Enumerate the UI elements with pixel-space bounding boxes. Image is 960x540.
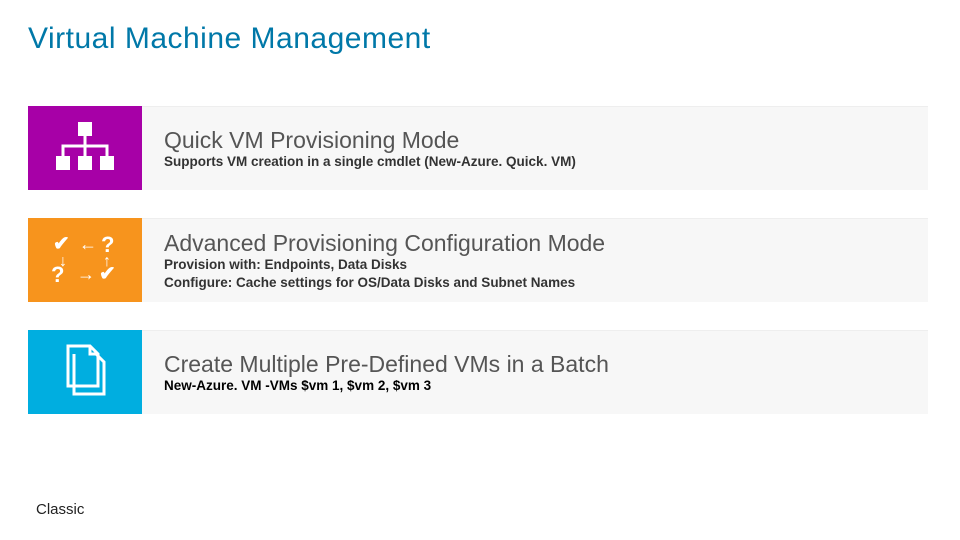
feature-heading: Quick VM Provisioning Mode: [164, 128, 906, 153]
svg-text:✔: ✔: [53, 233, 70, 255]
feature-item: ✔ ← ? ↓ ↑ ? → ✔ Advanced Provisioning Co…: [28, 218, 928, 302]
feature-description: Provision with: Endpoints, Data Disks Co…: [164, 256, 906, 292]
svg-text:?: ?: [51, 262, 64, 286]
feature-item: Quick VM Provisioning Mode Supports VM c…: [28, 106, 928, 190]
feature-body: Advanced Provisioning Configuration Mode…: [142, 218, 928, 302]
feature-icon-tile: [28, 106, 142, 190]
feature-heading: Advanced Provisioning Configuration Mode: [164, 231, 906, 256]
feature-code: New-Azure. VM -VMs $vm 1, $vm 2, $vm 3: [164, 377, 906, 395]
hierarchy-icon: [52, 120, 118, 177]
checks-arrows-icon: ✔ ← ? ↓ ↑ ? → ✔: [45, 230, 125, 291]
svg-text:→: →: [77, 264, 95, 284]
svg-text:←: ←: [79, 234, 97, 254]
feature-description: Supports VM creation in a single cmdlet …: [164, 153, 906, 171]
feature-icon-tile: [28, 330, 142, 414]
page-title: Virtual Machine Management: [28, 22, 932, 56]
feature-icon-tile: ✔ ← ? ↓ ↑ ? → ✔: [28, 218, 142, 302]
footer-label: Classic: [36, 501, 84, 518]
documents-icon: [60, 342, 110, 403]
feature-item: Create Multiple Pre-Defined VMs in a Bat…: [28, 330, 928, 414]
feature-heading: Create Multiple Pre-Defined VMs in a Bat…: [164, 352, 906, 377]
feature-body: Create Multiple Pre-Defined VMs in a Bat…: [142, 330, 928, 414]
feature-body: Quick VM Provisioning Mode Supports VM c…: [142, 106, 928, 190]
feature-list: Quick VM Provisioning Mode Supports VM c…: [28, 106, 932, 414]
svg-text:✔: ✔: [99, 263, 116, 285]
slide-page: Virtual Machine Management Quick VM Prov…: [0, 0, 960, 540]
